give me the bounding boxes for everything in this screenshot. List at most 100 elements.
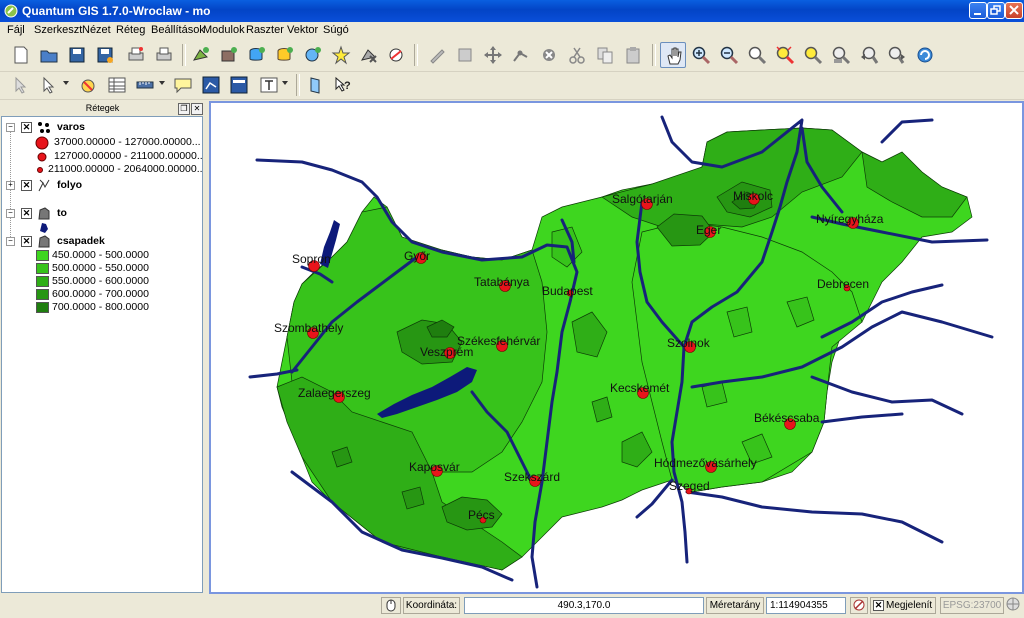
- delete-selected-button[interactable]: [536, 42, 562, 68]
- delete-icon: [543, 49, 555, 61]
- layer-item-to[interactable]: − ✕ to: [2, 207, 202, 220]
- layer-item-folyo[interactable]: + ✕ folyo: [2, 179, 202, 192]
- scale-field[interactable]: 1:114904355: [766, 597, 846, 614]
- menu-nezet[interactable]: Nézet: [82, 24, 111, 36]
- expand-icon[interactable]: +: [6, 181, 15, 190]
- zoom-out-icon: [720, 46, 739, 65]
- city-label: Budapest: [542, 284, 593, 298]
- attribute-table-button[interactable]: [104, 72, 130, 98]
- collapse-icon[interactable]: −: [6, 209, 15, 218]
- coordinate-field[interactable]: 490.3,170.0: [464, 597, 704, 614]
- toggle-editing-button[interactable]: [424, 42, 450, 68]
- messages-button[interactable]: [1006, 597, 1023, 614]
- menu-fajl[interactable]: Fájl: [7, 24, 25, 36]
- paste-features-button[interactable]: [620, 42, 646, 68]
- add-vector-layer-button[interactable]: [188, 42, 214, 68]
- menu-beallitasok[interactable]: Beállítások: [151, 24, 205, 36]
- copy-features-button[interactable]: [592, 42, 618, 68]
- layer-item-varos[interactable]: − ✕ varos: [2, 121, 202, 134]
- whats-this-button[interactable]: ?: [330, 72, 356, 98]
- menu-reteg[interactable]: Réteg: [116, 24, 145, 36]
- remove-layer-button[interactable]: [356, 42, 382, 68]
- bookmarks-list-icon: [230, 76, 248, 94]
- print-button[interactable]: [151, 42, 177, 68]
- menu-szerkeszt[interactable]: Szerkeszt: [34, 24, 82, 36]
- pencil-icon: [430, 49, 445, 64]
- render-checkbox[interactable]: ✕ Megjelenít: [870, 597, 936, 614]
- close-button[interactable]: [1005, 2, 1023, 19]
- zoom-layer-icon: [832, 46, 851, 65]
- add-raster-layer-button[interactable]: [216, 42, 242, 68]
- layer-visibility-checkbox[interactable]: ✕: [21, 236, 32, 247]
- move-feature-button[interactable]: [480, 42, 506, 68]
- stop-render-button[interactable]: [850, 597, 868, 614]
- layer-visibility-checkbox[interactable]: ✕: [21, 208, 32, 219]
- close-panel-button[interactable]: ✕: [191, 103, 203, 115]
- zoom-next-button[interactable]: [884, 42, 910, 68]
- map-canvas[interactable]: Sopron Győr Tatabánya Budapest Salgótarj…: [209, 101, 1024, 594]
- float-panel-button[interactable]: ❐: [178, 103, 190, 115]
- minimize-button[interactable]: [969, 2, 987, 19]
- menu-sugo[interactable]: Súgó: [323, 24, 349, 36]
- ruler-icon: [136, 81, 154, 89]
- open-project-button[interactable]: [36, 42, 62, 68]
- map-tips-toggle-button[interactable]: [170, 72, 196, 98]
- add-wms-layer-button[interactable]: [300, 42, 326, 68]
- dropdown-arrow-icon[interactable]: [282, 81, 288, 85]
- show-bookmarks-button[interactable]: [226, 72, 252, 98]
- toggle-extents-button[interactable]: [381, 597, 401, 614]
- zoom-full-button[interactable]: [772, 42, 798, 68]
- layer-visibility-checkbox[interactable]: ✕: [21, 180, 32, 191]
- deselect-all-button[interactable]: [76, 72, 102, 98]
- city-symbol-large-icon: [35, 136, 49, 150]
- menu-vektor[interactable]: Vektor: [287, 24, 318, 36]
- collapse-icon[interactable]: −: [6, 123, 15, 132]
- legend-swatch: [36, 289, 49, 300]
- new-shapefile-button[interactable]: [328, 42, 354, 68]
- menu-modulok[interactable]: Modulok: [203, 24, 245, 36]
- crs-status-button[interactable]: EPSG:23700: [940, 597, 1004, 614]
- legend-swatch: [36, 276, 49, 287]
- new-bookmark-button[interactable]: [198, 72, 224, 98]
- refresh-button[interactable]: [912, 42, 938, 68]
- node-tool-button[interactable]: [508, 42, 534, 68]
- cut-features-button[interactable]: [564, 42, 590, 68]
- print-composer-button[interactable]: [123, 42, 149, 68]
- zoom-out-button[interactable]: [716, 42, 742, 68]
- scissors-icon: [569, 47, 585, 64]
- menu-raszter[interactable]: Raszter: [246, 24, 284, 36]
- new-project-button[interactable]: [8, 42, 34, 68]
- lake-symbol-icon: [40, 223, 48, 233]
- pan-map-button[interactable]: [660, 42, 686, 68]
- help-contents-button[interactable]: [304, 72, 330, 98]
- identify-icon: [15, 76, 27, 94]
- save-edits-button[interactable]: [452, 42, 478, 68]
- text-annotation-button[interactable]: [256, 72, 282, 98]
- save-icon: [69, 47, 85, 63]
- add-wfs-layer-button[interactable]: [384, 42, 410, 68]
- legend-label: 500.0000 - 550.0000: [52, 262, 149, 274]
- restore-button[interactable]: [987, 2, 1005, 19]
- add-postgis-layer-button[interactable]: [244, 42, 270, 68]
- map-svg[interactable]: Sopron Győr Tatabánya Budapest Salgótarj…: [211, 103, 1022, 592]
- select-features-button[interactable]: [36, 72, 62, 98]
- layer-visibility-checkbox[interactable]: ✕: [21, 122, 32, 133]
- save-project-button[interactable]: [64, 42, 90, 68]
- zoom-to-layer-button[interactable]: [828, 42, 854, 68]
- dropdown-arrow-icon[interactable]: [63, 81, 69, 85]
- layer-item-csapadek[interactable]: − ✕ csapadek: [2, 235, 202, 248]
- city-label: Eger: [696, 223, 721, 237]
- zoom-to-selection-button[interactable]: [800, 42, 826, 68]
- zoom-last-button[interactable]: [856, 42, 882, 68]
- zoom-actual-size-button[interactable]: [744, 42, 770, 68]
- add-spatialite-layer-button[interactable]: [272, 42, 298, 68]
- paste-icon: [626, 47, 640, 64]
- save-as-button[interactable]: [92, 42, 118, 68]
- dropdown-arrow-icon[interactable]: [159, 81, 165, 85]
- render-check-icon: ✕: [873, 600, 884, 611]
- close-icon: [1009, 5, 1019, 15]
- zoom-in-button[interactable]: [688, 42, 714, 68]
- map-tips-button[interactable]: [8, 72, 34, 98]
- collapse-icon[interactable]: −: [6, 237, 15, 246]
- measure-line-button[interactable]: [132, 72, 158, 98]
